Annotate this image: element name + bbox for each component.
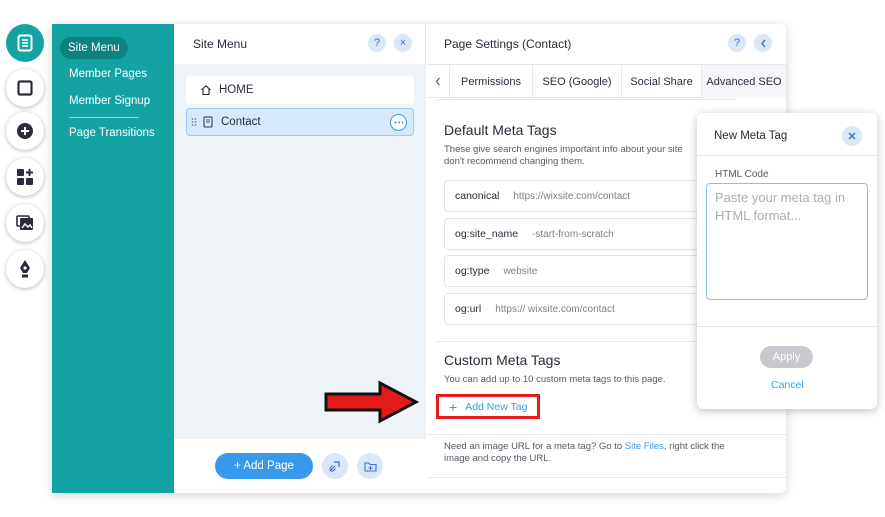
meta-value: website — [503, 265, 538, 277]
html-code-textarea[interactable]: Paste your meta tag in HTML format... — [706, 183, 868, 300]
dialog-close-button[interactable] — [842, 126, 862, 146]
page-label: Contact — [221, 116, 261, 128]
more-actions-icon[interactable] — [390, 114, 407, 131]
note-line: Need an image URL for a meta tag? Go to … — [444, 441, 764, 453]
home-icon — [200, 84, 212, 96]
close-icon — [848, 132, 856, 140]
folder-icon[interactable] — [357, 453, 383, 479]
nav-item-site-menu[interactable]: Site Menu — [60, 37, 128, 59]
meta-value: https://wixsite.com/contact — [513, 190, 631, 202]
tabs-scroll-left-button[interactable] — [427, 65, 450, 98]
dialog-divider — [697, 155, 877, 156]
meta-row-og-site-name: og:site_name -start-from-scratch — [444, 218, 734, 250]
meta-row-og-type: og:type website — [444, 255, 734, 287]
meta-key: canonical — [455, 190, 500, 202]
meta-key: og:site_name — [455, 228, 519, 240]
plus-icon: + — [449, 398, 458, 415]
meta-key: og:type — [455, 265, 490, 277]
design-pen-icon[interactable] — [6, 250, 44, 288]
pages-icon[interactable] — [6, 24, 44, 62]
add-new-tag-label: Add New Tag — [465, 400, 528, 413]
default-meta-title: Default Meta Tags — [444, 122, 557, 138]
page-item-home[interactable]: HOME — [186, 76, 414, 104]
meta-value: -start-from-scratch — [532, 228, 614, 240]
tab-advanced-seo[interactable]: Advanced SEO — [702, 65, 786, 98]
meta-row-canonical: canonical https://wixsite.com/contact — [444, 180, 734, 212]
add-new-tag-button[interactable]: + Add New Tag — [436, 394, 540, 419]
tab-permissions[interactable]: Permissions — [450, 65, 533, 98]
tab-social-share[interactable]: Social Share — [622, 65, 702, 98]
nav-item-member-pages[interactable]: Member Pages — [69, 68, 147, 80]
image-url-note: Need an image URL for a meta tag? Go to … — [444, 441, 764, 465]
site-menu-title: Site Menu — [193, 37, 248, 51]
html-code-label: HTML Code — [715, 169, 769, 180]
default-meta-description: These give search engines important info… — [444, 144, 704, 168]
top-divider — [435, 99, 735, 100]
description-line: These give search engines important info… — [444, 144, 683, 155]
background-icon[interactable] — [6, 69, 44, 107]
annotation-arrow-icon — [324, 380, 420, 424]
note-text: Need an image URL for a meta tag? Go to — [444, 441, 623, 452]
site-files-link[interactable]: Site Files — [625, 441, 664, 452]
section-divider — [427, 434, 786, 435]
page-settings-title: Page Settings (Contact) — [444, 37, 572, 51]
section-divider — [427, 477, 786, 478]
page-icon — [203, 116, 213, 128]
site-menu-header: Site Menu ? × — [174, 24, 425, 64]
site-menu-footer: + Add Page — [174, 437, 426, 493]
nav-item-member-signup[interactable]: Member Signup — [69, 95, 150, 107]
add-apps-icon[interactable] — [6, 158, 44, 196]
site-menu-help-button[interactable]: ? — [368, 34, 386, 52]
meta-key: og:url — [455, 303, 482, 315]
note-text: , right click the — [663, 441, 725, 452]
apply-button[interactable]: Apply — [760, 346, 813, 368]
dialog-divider — [697, 326, 877, 327]
cancel-button[interactable]: Cancel — [771, 379, 804, 391]
back-button[interactable] — [754, 34, 772, 52]
meta-value: https:// wixsite.com/contact — [495, 303, 615, 315]
drag-handle-icon[interactable] — [191, 117, 197, 127]
chevron-left-icon — [760, 39, 766, 47]
page-settings-header: Page Settings (Contact) ? — [427, 24, 786, 64]
custom-meta-title: Custom Meta Tags — [444, 352, 561, 368]
chevron-left-icon — [435, 77, 440, 86]
add-icon[interactable] — [6, 112, 44, 150]
meta-row-og-url: og:url https:// wixsite.com/contact — [444, 293, 734, 325]
page-label: HOME — [219, 84, 254, 96]
tab-seo-google[interactable]: SEO (Google) — [533, 65, 622, 98]
section-divider — [435, 341, 735, 342]
nav-divider — [69, 117, 139, 118]
site-nav-sidebar: Site Menu Member Pages Member Signup Pag… — [52, 24, 174, 493]
media-icon[interactable] — [6, 204, 44, 242]
page-item-contact[interactable]: Contact — [186, 108, 414, 136]
dialog-title: New Meta Tag — [714, 130, 788, 142]
description-line: don't recommend changing them. — [444, 156, 585, 167]
nav-item-page-transitions[interactable]: Page Transitions — [69, 127, 155, 139]
add-page-button[interactable]: + Add Page — [215, 453, 313, 479]
page-settings-help-button[interactable]: ? — [728, 34, 746, 52]
settings-tabs: Permissions SEO (Google) Social Share Ad… — [427, 64, 786, 98]
new-meta-tag-dialog: New Meta Tag HTML Code Paste your meta t… — [697, 113, 877, 409]
link-icon[interactable] — [322, 453, 348, 479]
note-line: image and copy the URL. — [444, 453, 552, 464]
site-menu-close-button[interactable]: × — [394, 34, 412, 52]
